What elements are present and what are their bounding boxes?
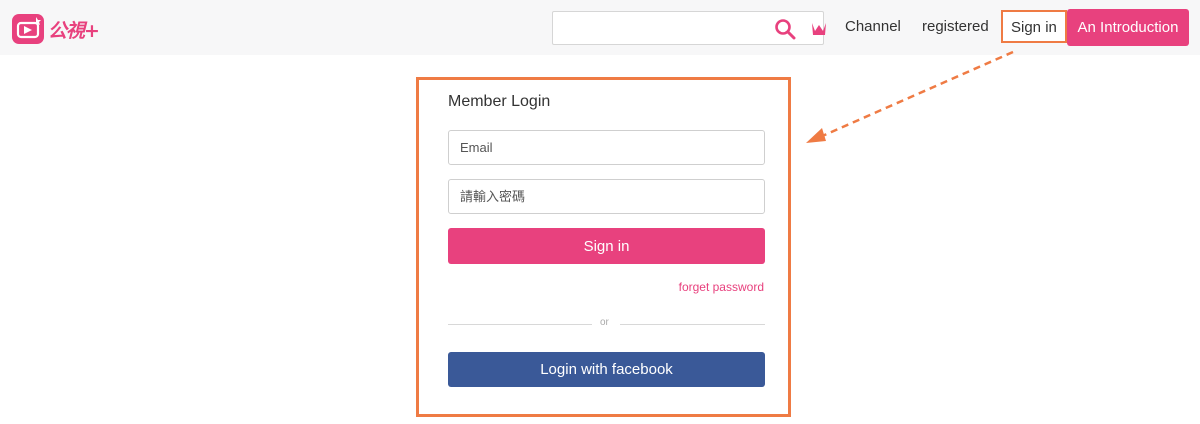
divider-left (448, 324, 592, 325)
forget-password-link[interactable]: forget password (679, 280, 764, 294)
email-field[interactable] (448, 130, 765, 165)
nav-channel-link[interactable]: Channel (845, 18, 901, 35)
logo-text: 公視+ (48, 19, 100, 42)
site-logo[interactable]: 公視+ (12, 12, 102, 46)
divider-right (620, 324, 765, 325)
login-title: Member Login (448, 93, 551, 110)
crown-icon[interactable] (811, 19, 827, 39)
sign-in-button[interactable]: Sign in (448, 228, 765, 264)
facebook-login-button[interactable]: Login with facebook (448, 352, 765, 387)
search-icon[interactable] (774, 18, 796, 40)
top-navigation-bar: 公視+ Channel registered Sign in An Introd… (0, 0, 1200, 55)
password-field[interactable] (448, 179, 765, 214)
tv-logo-icon (12, 14, 44, 44)
search-box[interactable] (552, 11, 827, 45)
divider-or-label: or (600, 317, 609, 328)
nav-sign-in-link[interactable]: Sign in (1001, 10, 1067, 43)
nav-registered-link[interactable]: registered (922, 18, 989, 35)
search-input[interactable] (553, 12, 763, 44)
introduction-button[interactable]: An Introduction (1067, 9, 1189, 46)
